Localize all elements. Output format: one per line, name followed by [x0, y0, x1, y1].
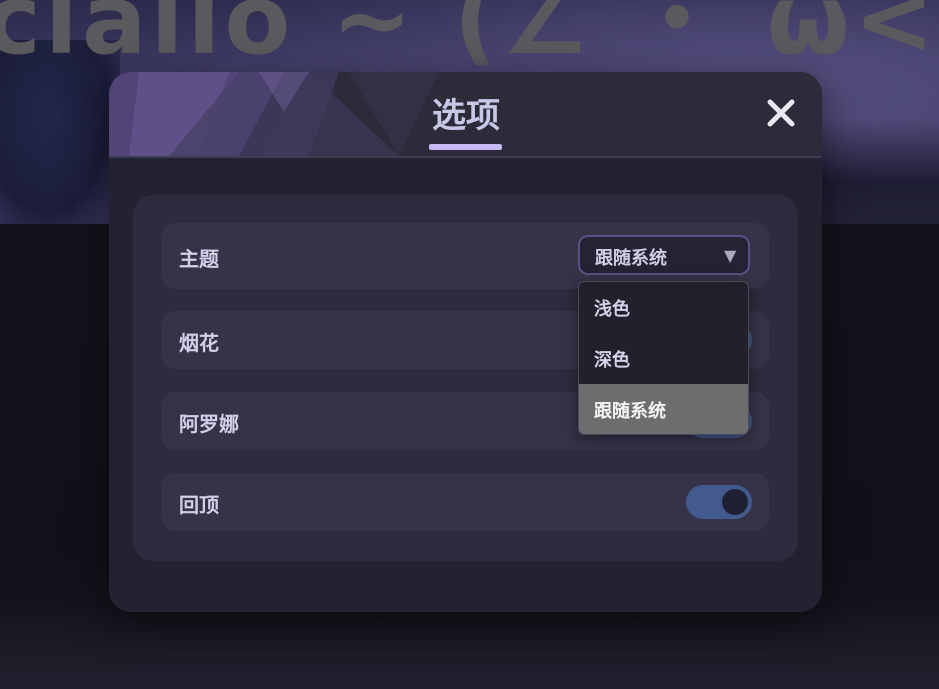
- setting-label-fireworks: 烟花: [179, 331, 219, 355]
- setting-label-back-to-top: 回顶: [179, 493, 219, 517]
- page: ciallo ~ (∠ ・ ω< )⌒ 选项 主题: [0, 0, 939, 689]
- setting-label-arona: 阿罗娜: [179, 412, 239, 436]
- setting-label-theme: 主题: [179, 247, 219, 271]
- theme-select-value: 跟随系统: [595, 248, 667, 269]
- background-haze: [0, 600, 939, 689]
- setting-row-back-to-top: 回顶: [161, 473, 769, 531]
- close-icon: [767, 99, 795, 127]
- title-underline: [429, 144, 502, 150]
- back-to-top-toggle[interactable]: [686, 485, 752, 519]
- triangle-down-icon: ▼: [724, 246, 737, 265]
- option-label: 浅色: [594, 299, 630, 320]
- option-label: 跟随系统: [594, 401, 666, 422]
- theme-option-follow-system[interactable]: 跟随系统: [579, 384, 748, 434]
- theme-dropdown-menu: 浅色 深色 跟随系统: [578, 281, 749, 435]
- theme-option-dark[interactable]: 深色: [579, 333, 748, 384]
- dialog-header: 选项: [109, 72, 822, 158]
- close-button[interactable]: [760, 92, 802, 134]
- dialog-title: 选项: [432, 96, 500, 136]
- toggle-knob: [722, 489, 748, 515]
- option-label: 深色: [594, 350, 630, 371]
- background-kaomoji-text: ciallo ~ (∠ ・ ω< )⌒: [0, 0, 939, 76]
- theme-select[interactable]: 跟随系统 ▼: [578, 235, 750, 275]
- theme-option-light[interactable]: 浅色: [579, 282, 748, 333]
- background-bench-image: [822, 120, 939, 224]
